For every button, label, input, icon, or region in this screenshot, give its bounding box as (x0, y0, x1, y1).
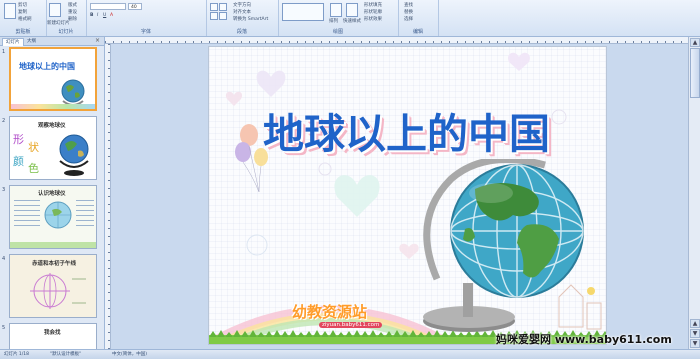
slide-thumbnail-4[interactable]: 赤道和本初子午线 (9, 254, 97, 318)
prev-slide-icon[interactable]: ▲ (690, 319, 700, 328)
slide-number: 3 (2, 187, 6, 193)
bold-icon[interactable]: B (90, 13, 93, 18)
scroll-thumb[interactable] (690, 48, 700, 98)
drawing-group: 排列 快速样式 形状填充 形状轮廓 形状效果 绘图 (278, 0, 399, 36)
site-logo: 幼教资源站 (292, 303, 368, 321)
thumb-side-text: 色 (28, 162, 39, 175)
quick-styles-button[interactable]: 快速样式 (343, 18, 361, 24)
font-name-select[interactable] (90, 3, 126, 10)
underline-icon[interactable]: U (103, 13, 106, 18)
layout-button[interactable]: 版式 (68, 2, 77, 8)
balloon-shape (235, 142, 251, 162)
shape-fill-button[interactable]: 形状填充 (364, 2, 382, 8)
thumb-side-text: 颜 (13, 155, 24, 168)
editing-group: 查找 替换 选择 编辑 (398, 0, 439, 36)
font-color-icon[interactable]: A (110, 13, 113, 18)
globe-illustration (423, 159, 584, 332)
editing-group-label: 编辑 (412, 29, 423, 35)
slide-thumbnail-1[interactable]: 地球以上的中国 (9, 47, 97, 111)
new-slide-icon[interactable] (49, 3, 61, 17)
bubble-shape (246, 234, 268, 256)
thumb-text-lines (14, 200, 40, 230)
font-group-label: 字体 (140, 29, 151, 35)
new-slide-button[interactable]: 新建幻灯片 (47, 20, 70, 26)
vertical-scrollbar[interactable]: ▲ ▲ ▼ ▼ (688, 37, 700, 349)
paste-icon[interactable] (4, 3, 16, 19)
heart-shape (225, 91, 243, 106)
smartart-button[interactable]: 转换为 SmartArt (233, 16, 268, 22)
slide-number: 2 (2, 118, 6, 124)
panel-tabs: 幻灯片 大纲 × (0, 37, 104, 46)
slide-canvas[interactable]: 地球以上的中国 幼教资源站 ziyuan.baby611.com (208, 46, 607, 345)
globe-icon (44, 201, 72, 229)
quick-styles-icon[interactable] (346, 3, 358, 17)
scroll-up-icon[interactable]: ▲ (690, 38, 700, 47)
text-direction-button[interactable]: 文字方向 (233, 2, 251, 8)
site-logo-url: ziyuan.baby611.com (319, 322, 383, 328)
shapes-gallery[interactable] (282, 3, 324, 21)
thumb-title: 地球以上的中国 (19, 62, 75, 71)
copy-button[interactable]: 复制 (18, 9, 27, 15)
align-left-icon[interactable] (210, 12, 218, 20)
shape-effects-button[interactable]: 形状效果 (364, 16, 382, 22)
font-group: 40 B I U A 字体 (86, 0, 207, 36)
close-icon[interactable]: × (95, 37, 100, 45)
site-watermark: 妈咪爱婴网 www.baby611.com (496, 333, 672, 346)
bullets-icon[interactable] (210, 3, 218, 11)
thumb-title: 观察地球仪 (38, 123, 66, 129)
slides-group-label: 幻灯片 (58, 29, 74, 35)
slide-thumbnail-2[interactable]: 观察地球仪 形 状 颜 色 (9, 116, 97, 180)
thumb-side-text: 形 (13, 133, 24, 146)
align-center-icon[interactable] (219, 12, 227, 20)
heart-shape (334, 175, 380, 217)
paragraph-group: 文字方向 对齐文本 转换为 SmartArt 段落 (206, 0, 279, 36)
replace-button[interactable]: 替换 (404, 9, 413, 15)
slide-thumbnail-panel: 幻灯片 大纲 × 1 地球以上的中国 2 观察地球仪 形 状 颜 色 3 认识地… (0, 37, 105, 349)
thumb-title: 我会找 (44, 330, 61, 336)
rainbow-strip (11, 104, 95, 109)
clipboard-group: 剪切 复制 格式刷 剪贴板 (0, 0, 47, 36)
arrange-icon[interactable] (330, 3, 342, 17)
find-button[interactable]: 查找 (404, 2, 413, 8)
slide-title[interactable]: 地球以上的中国 (263, 100, 573, 160)
format-painter-button[interactable]: 格式刷 (18, 16, 32, 22)
equator-diagram (30, 273, 86, 309)
clipboard-group-label: 剪贴板 (15, 29, 31, 35)
paragraph-group-label: 段落 (236, 29, 247, 35)
drawing-group-label: 绘图 (332, 29, 343, 35)
thumb-title: 赤道和本初子午线 (32, 261, 77, 267)
heart-shape (508, 52, 530, 71)
slide-thumbnail-5[interactable]: 我会找 (9, 323, 97, 349)
thumb-side-text: 状 (28, 141, 39, 154)
thumb-title: 认识地球仪 (38, 191, 66, 197)
slide-number: 5 (2, 325, 6, 331)
slide-thumbnail-3[interactable]: 认识地球仪 (9, 185, 97, 249)
reset-button[interactable]: 重设 (68, 9, 77, 15)
bubble-shape (318, 162, 332, 176)
font-size-select[interactable]: 40 (128, 3, 142, 10)
slide-number: 4 (2, 256, 6, 262)
arrange-button[interactable]: 排列 (329, 18, 338, 24)
align-text-button[interactable]: 对齐文本 (233, 9, 251, 15)
vertical-ruler (105, 44, 111, 349)
slide-number: 1 (2, 49, 6, 55)
cut-button[interactable]: 剪切 (18, 2, 27, 8)
tab-outline[interactable]: 大纲 (24, 38, 39, 45)
italic-icon[interactable]: I (97, 13, 98, 18)
select-button[interactable]: 选择 (404, 16, 413, 22)
heart-shape (256, 70, 286, 97)
horizontal-ruler (105, 37, 688, 44)
tab-slides[interactable]: 幻灯片 (2, 38, 24, 46)
shape-outline-button[interactable]: 形状轮廓 (364, 9, 382, 15)
grass-strip (10, 242, 96, 248)
thumb-text-lines (76, 200, 94, 230)
globe-stand (463, 283, 473, 317)
ribbon: 剪切 复制 格式刷 剪贴板 版式 重设 删除 新建幻灯片 幻灯片 40 B I … (0, 0, 700, 37)
slides-group: 版式 重设 删除 新建幻灯片 幻灯片 (46, 0, 87, 36)
numbering-icon[interactable] (219, 3, 227, 11)
globe-icon (59, 134, 89, 176)
